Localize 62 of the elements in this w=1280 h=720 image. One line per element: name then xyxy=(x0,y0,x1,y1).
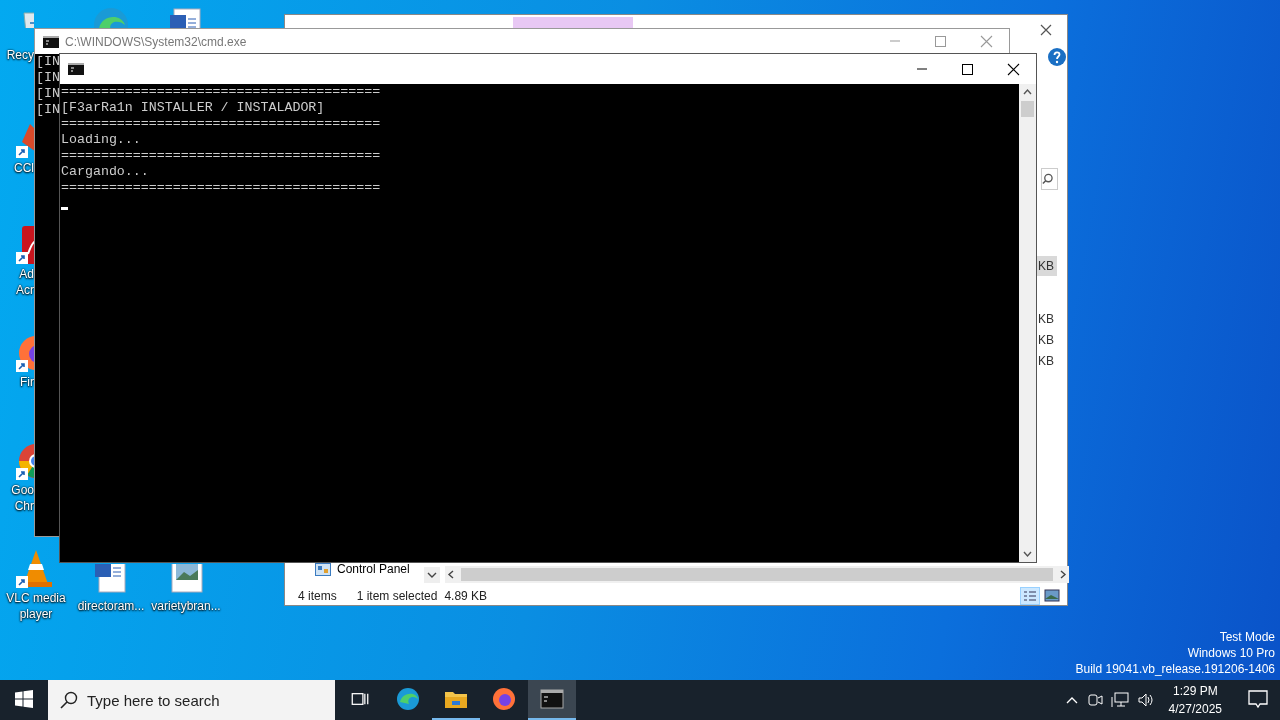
fox-icon xyxy=(492,687,516,711)
console-line: Cargando... xyxy=(61,164,149,180)
search-icon xyxy=(1042,173,1053,185)
scrollbar-thumb[interactable] xyxy=(461,568,1053,581)
console-icon xyxy=(68,63,84,75)
volume-icon[interactable] xyxy=(1136,692,1155,708)
icon-label: CCl xyxy=(13,160,34,176)
nav-item[interactable]: Control Panel xyxy=(315,560,410,578)
search-field[interactable]: Type here to search xyxy=(48,680,335,720)
help-icon[interactable] xyxy=(1048,48,1066,66)
console-line: [IN xyxy=(36,54,60,70)
scrollbar-thumb[interactable] xyxy=(1021,101,1034,117)
system-notice: Test Mode xyxy=(1218,629,1275,645)
status-text: 4.89 KB xyxy=(444,588,488,605)
thumbnail-view-icon[interactable] xyxy=(1043,587,1061,605)
size-cell[interactable]: KB xyxy=(1035,256,1057,276)
search-icon xyxy=(60,691,78,709)
maximize-icon xyxy=(933,35,947,48)
size-cell[interactable]: KB xyxy=(1035,351,1057,371)
icon-label: Goo Chr xyxy=(10,482,34,514)
maximize-icon xyxy=(960,62,974,76)
console-line: [IN xyxy=(36,102,60,118)
swirl-icon xyxy=(396,687,420,711)
console-icon xyxy=(43,35,59,48)
window-title: C:\WINDOWS\System32\cmd.exe xyxy=(65,33,247,51)
console-line: ======================================== xyxy=(61,84,381,100)
windows-logo-icon xyxy=(15,690,33,708)
system-notice: Build 19041.vb_release.191206-1406 xyxy=(1075,661,1275,677)
size-cell[interactable]: KB xyxy=(1035,330,1057,350)
close-icon xyxy=(1006,62,1020,76)
status-text: 4 items xyxy=(298,588,337,605)
camera-icon[interactable] xyxy=(1086,692,1103,708)
console-line: ======================================== xyxy=(61,116,381,132)
icon-label: varietybran... xyxy=(151,598,221,614)
icon-label: directoram... xyxy=(77,598,145,614)
system-notice: Windows 10 Pro xyxy=(1186,645,1275,661)
task-view-icon xyxy=(351,693,369,705)
console-line: ======================================== xyxy=(61,180,381,196)
clock-time[interactable]: 1:29 PM xyxy=(1168,682,1222,700)
console-line: [IN xyxy=(36,86,60,102)
chevron-down-icon[interactable] xyxy=(424,567,440,583)
size-cell[interactable]: KB xyxy=(1035,309,1057,329)
console-line: ======================================== xyxy=(61,148,381,164)
console-line: [F3arRa1n INSTALLER / INSTALADOR] xyxy=(61,100,325,116)
close-icon[interactable] xyxy=(1040,24,1052,36)
status-text: 1 item selected xyxy=(356,588,438,605)
icon-label: Recy xyxy=(5,47,34,63)
details-view-icon[interactable] xyxy=(1020,587,1040,605)
console-line: Loading... xyxy=(61,132,141,148)
icon-label: Fir xyxy=(19,374,34,390)
icon-label: VLC media player xyxy=(6,590,66,622)
search-field[interactable] xyxy=(1041,168,1058,190)
message-icon xyxy=(1248,689,1268,709)
close-icon xyxy=(979,35,993,48)
console-icon xyxy=(540,687,564,711)
horizontal-scrollbar[interactable] xyxy=(445,566,1069,583)
icon-label: Ad Acr xyxy=(15,266,34,298)
taskbar-app[interactable] xyxy=(528,680,576,720)
console-line: [IN xyxy=(36,70,60,86)
clock-date[interactable]: 4/27/2025 xyxy=(1168,700,1222,718)
network-icon[interactable] xyxy=(1110,692,1129,708)
control-panel-icon xyxy=(315,562,331,576)
